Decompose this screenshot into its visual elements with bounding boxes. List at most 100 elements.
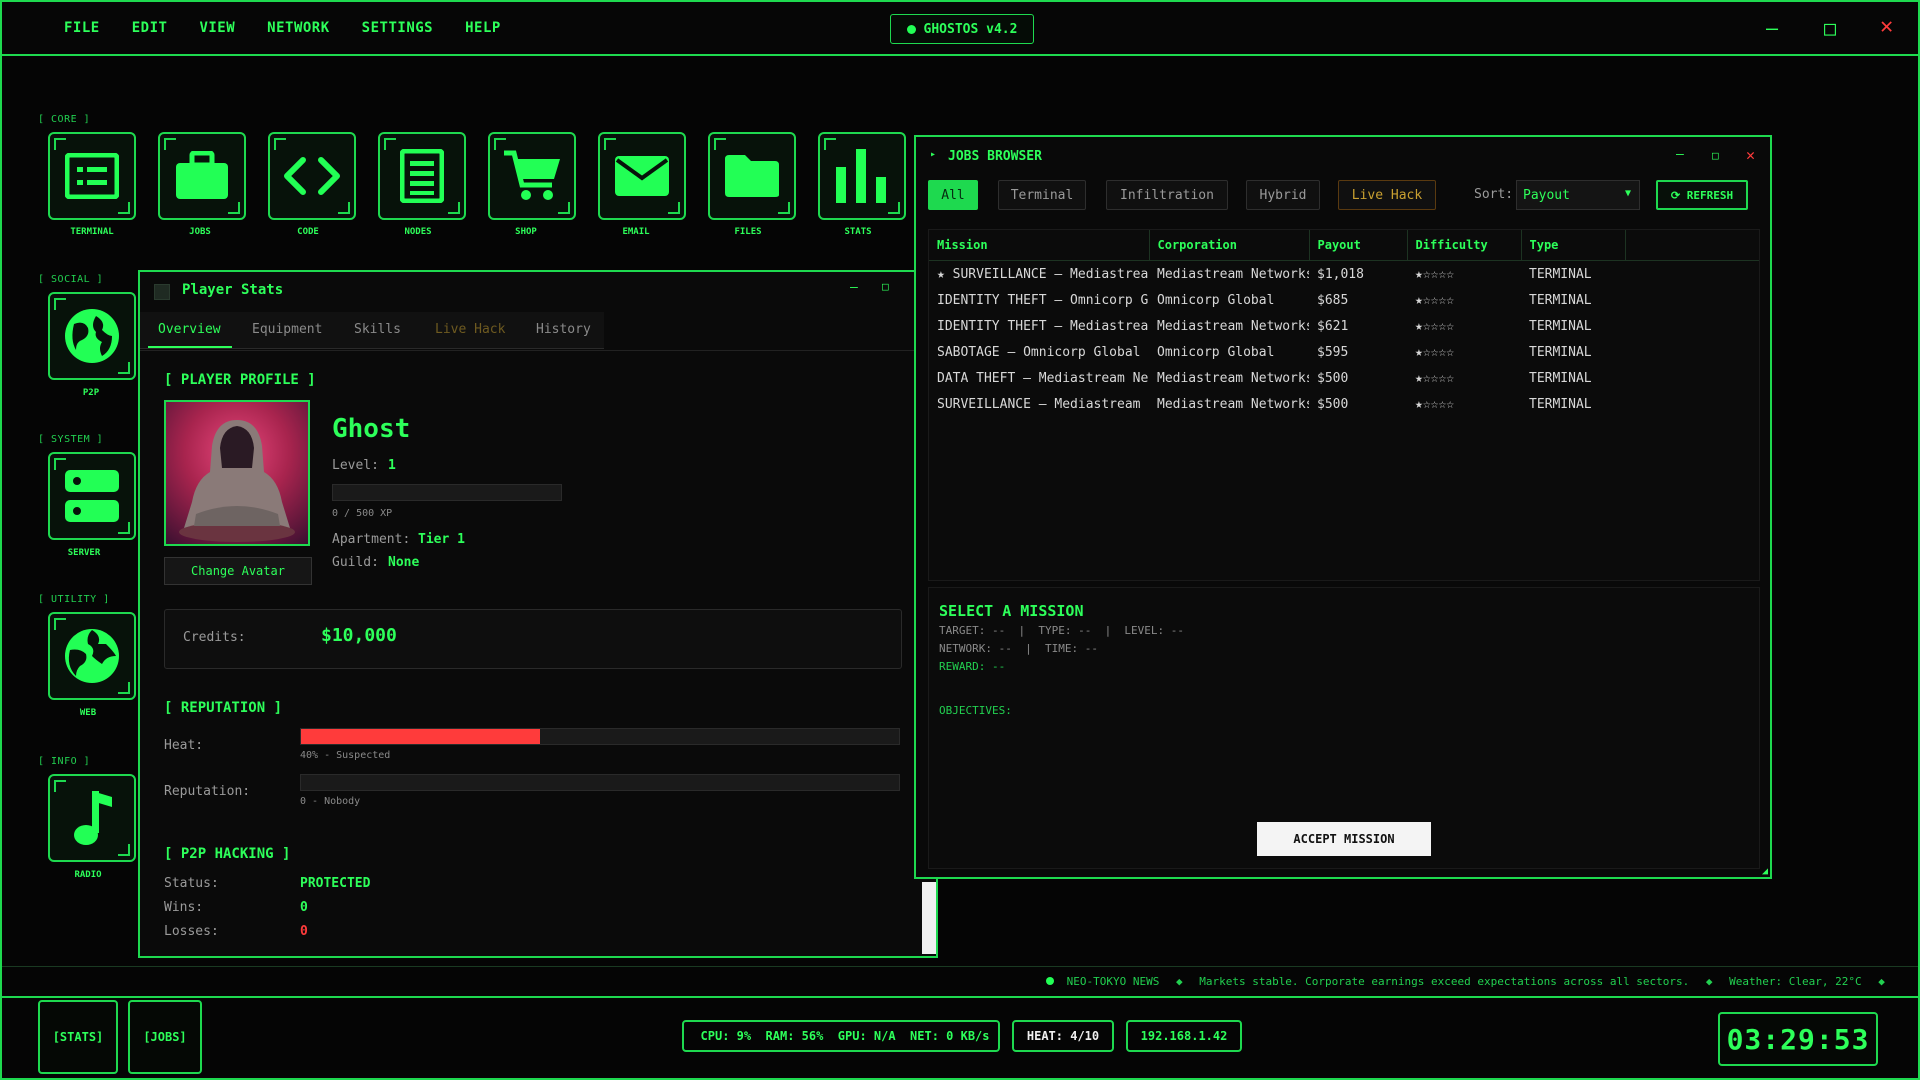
tab-history[interactable]: History xyxy=(536,322,591,337)
desktop-icon-files[interactable] xyxy=(708,132,796,220)
row-mission: DATA THEFT — Mediastream Networks xyxy=(937,370,1149,386)
desktop-label-jobs: JOBS xyxy=(189,227,211,237)
change-avatar-button[interactable]: Change Avatar xyxy=(164,557,312,585)
table-row[interactable]: IDENTITY THEFT — Mediastream Networks Med… xyxy=(929,313,1759,339)
desktop-icon-p2p[interactable] xyxy=(48,292,136,380)
menu-file[interactable]: FILE xyxy=(64,20,100,36)
tab-live-hack[interactable]: Live Hack xyxy=(435,322,505,337)
mission-objectives-label: OBJECTIVES: xyxy=(939,704,1012,717)
menu-network[interactable]: NETWORK xyxy=(267,20,330,36)
table-row[interactable]: IDENTITY THEFT — Omnicorp Global Omnicorp… xyxy=(929,287,1759,313)
filter-live-hack[interactable]: Live Hack xyxy=(1338,180,1436,210)
filter-hybrid[interactable]: Hybrid xyxy=(1246,180,1320,210)
close-icon[interactable]: ✕ xyxy=(1880,14,1893,39)
desktop-label-shop: SHOP xyxy=(515,227,537,237)
mission-detail-heading: SELECT A MISSION xyxy=(939,602,1084,620)
jobs-browser-window[interactable]: ▸ JOBS BROWSER — □ ✕ All Terminal Infilt… xyxy=(914,135,1772,879)
desktop-icon-server[interactable] xyxy=(48,452,136,540)
heat-bar-fill xyxy=(301,729,541,744)
xp-bar xyxy=(332,484,562,501)
sort-value: Payout xyxy=(1523,188,1570,203)
row-type: TERMINAL xyxy=(1529,292,1592,308)
table-row[interactable]: ★ SURVEILLANCE — Mediastream Network Medi… xyxy=(929,261,1759,288)
server-icon xyxy=(65,470,119,522)
row-difficulty: ★☆☆☆☆ xyxy=(1415,292,1455,308)
minimize-icon[interactable]: — xyxy=(1676,147,1684,162)
col-payout[interactable]: Payout xyxy=(1309,230,1408,261)
col-type[interactable]: Type xyxy=(1521,230,1626,261)
clock: 03:29:53 xyxy=(1718,1012,1878,1066)
desktop-icon-jobs[interactable] xyxy=(158,132,246,220)
row-payout: $500 xyxy=(1317,370,1349,386)
filter-terminal[interactable]: Terminal xyxy=(998,180,1086,210)
list-icon xyxy=(400,149,444,203)
desktop-label-nodes: NODES xyxy=(404,227,432,237)
taskbar-jobs-button[interactable]: [JOBS] xyxy=(128,1000,202,1074)
col-mission[interactable]: Mission xyxy=(929,230,1150,261)
ticker-content: NEO-TOKYO NEWS ◆ Markets stable. Corpora… xyxy=(1046,975,1885,988)
taskbar-stats-button[interactable]: [STATS] xyxy=(38,1000,118,1074)
table-header: Mission Corporation Payout Difficulty Ty… xyxy=(929,230,1759,261)
row-type: TERMINAL xyxy=(1529,266,1592,282)
table-row[interactable]: SURVEILLANCE — Mediastream Mediastream Ne… xyxy=(929,391,1759,417)
desktop-icon-shop[interactable] xyxy=(488,132,576,220)
filter-all[interactable]: All xyxy=(928,180,978,210)
resize-handle-icon[interactable]: ◢ xyxy=(1762,866,1768,877)
tab-skills[interactable]: Skills xyxy=(354,322,401,337)
row-spacer xyxy=(1625,261,1759,288)
desktop-icon-web[interactable] xyxy=(48,612,136,700)
row-type: TERMINAL xyxy=(1529,370,1592,386)
group-label-system: [ SYSTEM ] xyxy=(38,434,104,445)
tab-divider xyxy=(140,350,936,351)
row-difficulty: ★☆☆☆☆ xyxy=(1415,370,1455,386)
guild-label: Guild: xyxy=(332,555,379,570)
table-row[interactable]: DATA THEFT — Mediastream Networks Mediast… xyxy=(929,365,1759,391)
row-payout: $595 xyxy=(1317,344,1349,360)
system-monitor: CPU: 9% RAM: 56% GPU: N/A NET: 0 KB/s xyxy=(682,1020,1000,1052)
desktop-icon-code[interactable] xyxy=(268,132,356,220)
col-difficulty[interactable]: Difficulty xyxy=(1407,230,1522,261)
menu-settings[interactable]: SETTINGS xyxy=(362,20,433,36)
menu-view[interactable]: VIEW xyxy=(199,20,235,36)
row-payout: $500 xyxy=(1317,396,1349,412)
player-stats-window[interactable]: Player Stats — □ Overview Equipment Skil… xyxy=(138,270,938,958)
system-stats-text: CPU: 9% RAM: 56% GPU: N/A NET: 0 KB/s xyxy=(700,1029,990,1043)
menu-help[interactable]: HELP xyxy=(465,20,501,36)
close-icon[interactable]: ✕ xyxy=(1746,146,1755,164)
desktop-icon-radio[interactable] xyxy=(48,774,136,862)
refresh-button[interactable]: ⟳ REFRESH xyxy=(1656,180,1748,210)
tab-overview[interactable]: Overview xyxy=(158,322,221,337)
minimize-icon[interactable]: — xyxy=(850,280,858,295)
desktop-icon-terminal[interactable] xyxy=(48,132,136,220)
filter-infiltration[interactable]: Infiltration xyxy=(1106,180,1228,210)
p2p-losses-value: 0 xyxy=(300,924,308,936)
player-name: Ghost xyxy=(332,414,411,444)
maximize-icon[interactable]: □ xyxy=(1712,149,1719,162)
col-corporation[interactable]: Corporation xyxy=(1149,230,1310,261)
os-version-label: GHOSTOS v4.2 xyxy=(923,21,1018,37)
minimize-icon[interactable]: — xyxy=(1766,16,1778,40)
os-version-badge: GHOSTOS v4.2 xyxy=(890,14,1034,44)
sort-select[interactable]: Payout ▼ xyxy=(1516,180,1640,210)
p2p-losses-label: Losses: xyxy=(164,924,219,936)
tab-equipment[interactable]: Equipment xyxy=(252,322,322,337)
desktop-icon-nodes[interactable] xyxy=(378,132,466,220)
group-label-core: [ CORE ] xyxy=(38,114,91,125)
desktop-label-stats: STATS xyxy=(844,227,872,237)
maximize-icon[interactable]: □ xyxy=(882,280,889,293)
desktop-icon-email[interactable] xyxy=(598,132,686,220)
title-arrow-icon: ▸ xyxy=(930,149,937,160)
row-mission: SURVEILLANCE — Mediastream xyxy=(937,396,1141,412)
row-spacer xyxy=(1625,287,1759,313)
level-value: 1 xyxy=(388,458,396,473)
table-row[interactable]: SABOTAGE — Omnicorp Global Omnicorp Globa… xyxy=(929,339,1759,365)
mission-detail-line2: NETWORK: -- | TIME: -- xyxy=(939,642,1098,655)
maximize-icon[interactable]: □ xyxy=(1824,16,1836,40)
row-corporation: Omnicorp Global xyxy=(1157,292,1275,308)
globe-icon xyxy=(65,309,119,363)
scrollbar[interactable] xyxy=(922,882,936,954)
desktop-icon-stats[interactable] xyxy=(818,132,906,220)
menu-edit[interactable]: EDIT xyxy=(132,20,168,36)
status-dot-icon xyxy=(906,24,916,34)
accept-mission-button[interactable]: ACCEPT MISSION xyxy=(1257,822,1431,856)
